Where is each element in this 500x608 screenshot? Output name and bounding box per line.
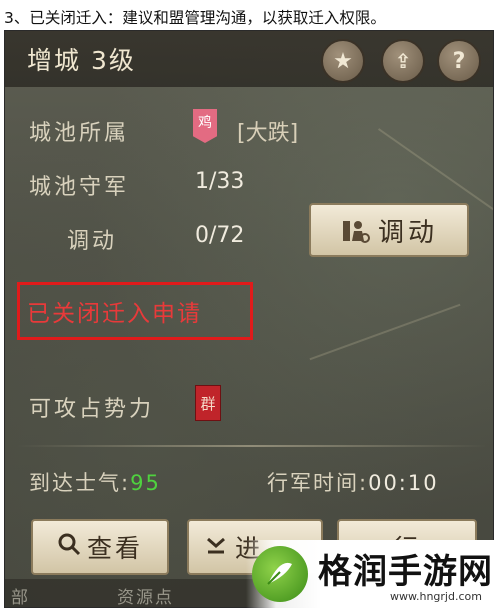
morale-label: 到达士气:95	[29, 467, 161, 497]
watermark-site-name: 格润手游网	[318, 552, 493, 592]
garrison-label: 城池守军	[29, 175, 130, 200]
transfer-button-label: 调动	[377, 217, 438, 248]
watermark-url: www.hngrjd.com	[390, 590, 482, 603]
city-title: 增城 3级	[27, 46, 136, 75]
map-label-center: 资源点	[117, 588, 174, 608]
favorite-button[interactable]: ★	[321, 39, 365, 83]
site-logo-icon	[252, 546, 308, 602]
march-time-label: 行军时间:	[267, 471, 369, 495]
divider	[17, 445, 487, 447]
transfer-label: 调动	[67, 229, 118, 254]
caption-text: 3、已关闭迁入：建议和盟管理沟通，以获取迁入权限。	[4, 9, 386, 27]
help-button[interactable]: ?	[437, 39, 481, 83]
title-bar: 增城 3级 ★ ⇪ ?	[5, 31, 493, 87]
transfer-button[interactable]: 调动	[309, 203, 469, 257]
owner-label: 城池所属	[29, 121, 130, 146]
morale-value: 95	[130, 471, 161, 495]
march-time-value: 00:10	[368, 471, 439, 495]
faction-flag-icon: 群	[195, 385, 221, 421]
share-icon: ⇪	[394, 49, 412, 73]
attack-icon	[205, 533, 227, 562]
map-road	[309, 303, 461, 361]
march-time: 行军时间:00:10	[267, 467, 439, 497]
transfer-closed-status: 已关闭迁入申请	[27, 301, 202, 327]
owner-flag-icon: 鸡	[193, 109, 217, 143]
star-icon: ★	[333, 48, 353, 74]
troop-transfer-icon	[340, 215, 370, 245]
garrison-value: 1/33	[195, 169, 245, 194]
view-button-label: 查看	[86, 534, 143, 563]
attackable-faction-label: 可攻占势力	[29, 397, 155, 422]
city-info-panel: 增城 3级 ★ ⇪ ? 城池所属 鸡 [大跌] 城池守军 1/33 调动 0/7…	[4, 30, 494, 608]
transfer-value: 0/72	[195, 223, 245, 248]
share-button[interactable]: ⇪	[381, 39, 425, 83]
view-button[interactable]: 查看	[31, 519, 169, 575]
magnifier-icon	[57, 532, 81, 562]
morale-label-text: 到达士气:	[29, 471, 131, 495]
owner-name: [大跌]	[237, 121, 299, 146]
map-label-left: 部	[11, 588, 30, 608]
help-icon: ?	[452, 48, 466, 74]
